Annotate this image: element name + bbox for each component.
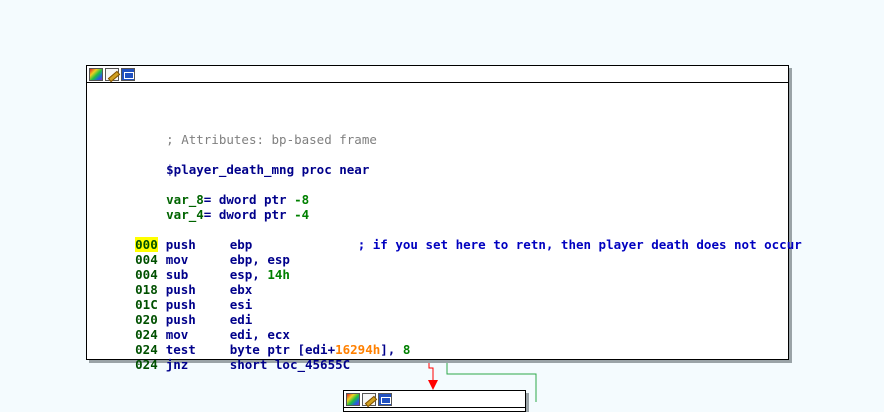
edge-false-branch [428, 358, 434, 382]
pencil-icon[interactable] [105, 67, 119, 81]
proc-declaration-text[interactable]: $player_death_mng proc near [166, 162, 369, 177]
graph-icon[interactable] [378, 392, 392, 406]
instruction-line[interactable]: 024 mov edi, ecx [90, 312, 290, 342]
pencil-icon[interactable] [362, 392, 376, 406]
instruction-line[interactable]: 004 mov ebp, esp [90, 237, 290, 267]
proc-declaration[interactable]: $player_death_mng proc near [121, 147, 369, 177]
immediate-value: 8 [402, 342, 411, 357]
mnemonic: jnz [165, 357, 189, 372]
palette-icon[interactable] [89, 67, 103, 81]
palette-icon[interactable] [346, 392, 360, 406]
instruction-line[interactable]: 020 push edi [90, 297, 252, 327]
attributes-comment: ; Attributes: bp-based frame [121, 117, 377, 147]
instruction-line[interactable]: 018 push ebx [90, 267, 252, 297]
local-var-line[interactable]: var_8= dword ptr -8 [121, 177, 309, 207]
function-graph-node[interactable]: ; Attributes: bp-based frame $player_dea… [86, 65, 802, 372]
jump-target-label[interactable]: short loc_45655C [230, 357, 350, 372]
instruction-line[interactable]: 01C push esi [90, 282, 252, 312]
instruction-comment: ; if you set here to retn, then player d… [357, 237, 802, 252]
successor-graph-node[interactable] [343, 390, 526, 412]
var-name[interactable]: var_4 [166, 207, 204, 222]
node-titlebar [344, 391, 525, 408]
operand: ], [380, 342, 403, 357]
var-type: = dword ptr [203, 207, 295, 222]
local-var-line[interactable]: var_4= dword ptr -4 [121, 192, 309, 222]
disassembly-listing[interactable]: ; Attributes: bp-based frame $player_dea… [87, 83, 802, 372]
immediate-value: 14h [267, 267, 290, 282]
instruction-line[interactable]: 024 jnz short loc_45655C [90, 342, 350, 372]
node-titlebar [87, 66, 788, 83]
var-offset: -4 [294, 207, 310, 222]
instruction-line[interactable]: 004 sub esp, 14h [90, 252, 290, 282]
stack-pointer-value: 024 [135, 357, 158, 372]
instruction-line[interactable]: 024 test byte ptr [edi+16294h], 8 [90, 327, 410, 357]
edge-false-arrowhead [428, 380, 438, 390]
instruction-line[interactable]: 000 push ebp; if you set here to retn, the… [90, 222, 802, 252]
attributes-comment-text: ; Attributes: bp-based frame [166, 132, 377, 147]
graph-icon[interactable] [121, 67, 135, 81]
